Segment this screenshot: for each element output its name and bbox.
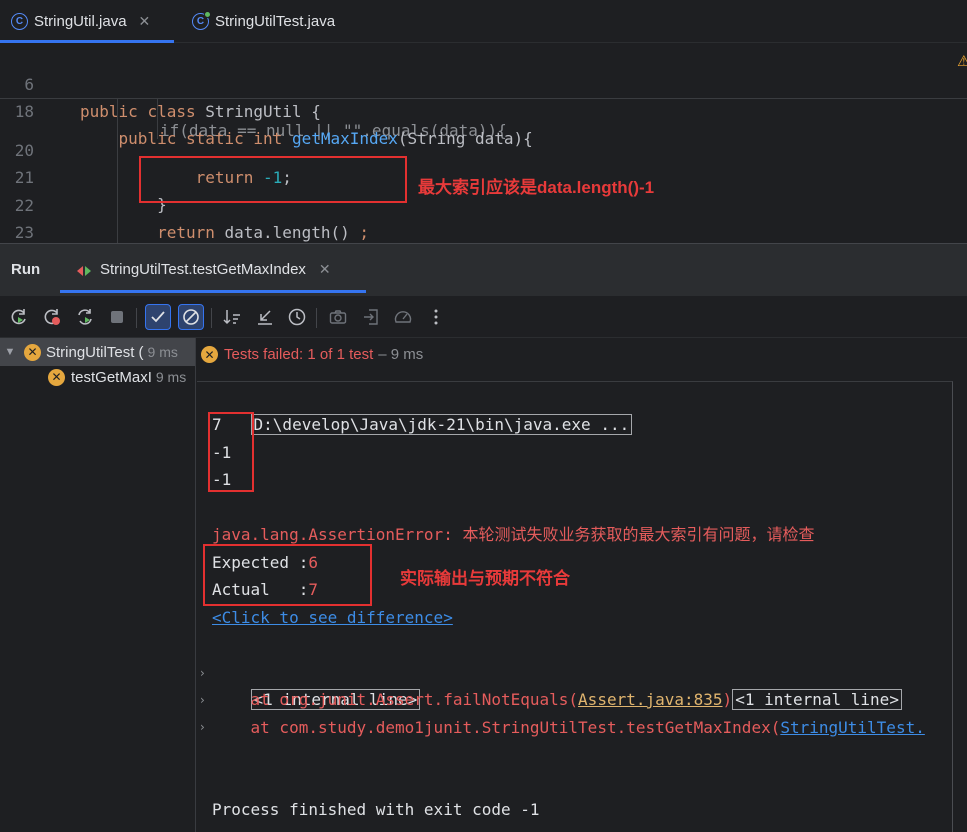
editor-tab-bar: C StringUtil.java ✕ C StringUtilTest.jav…: [0, 0, 967, 43]
highlight-box: [208, 412, 254, 492]
close-icon[interactable]: ✕: [139, 13, 151, 30]
code-line: 24 }: [0, 220, 967, 243]
test-failed-icon: ✕: [48, 368, 65, 386]
run-tab-label: StringUtilTest.testGetMaxIndex: [100, 261, 306, 278]
rerun-icon[interactable]: [7, 305, 31, 329]
console-line: D:\develop\Java\jdk-21\bin\java.exe ...: [212, 384, 633, 435]
collapse-icon[interactable]: [253, 305, 277, 329]
more-icon[interactable]: [424, 305, 448, 329]
console-output[interactable]: ✕ Tests failed: 1 of 1 test – 9 ms D:\de…: [197, 338, 967, 832]
tree-item-label: testGetMaxI: [71, 368, 152, 386]
sort-icon[interactable]: [220, 305, 244, 329]
toolbar-separator: [316, 308, 317, 328]
active-tab-indicator: [0, 40, 174, 43]
active-tab-indicator: [60, 290, 366, 293]
code-line: 18 public static int getMaxIndex(String …: [0, 71, 967, 148]
toolbar-separator: [136, 308, 137, 328]
rerun-failed-icon[interactable]: [40, 305, 64, 329]
code-line: 20 return -1;: [0, 110, 967, 187]
java-command[interactable]: D:\develop\Java\jdk-21\bin\java.exe ...: [250, 414, 633, 435]
run-tab[interactable]: StringUtilTest.testGetMaxIndex ✕: [76, 261, 331, 278]
close-icon[interactable]: ✕: [319, 261, 331, 278]
test-run-icon: [76, 264, 92, 276]
source-link[interactable]: Assert.java:835: [578, 690, 723, 709]
run-toolbar: [0, 296, 967, 338]
tree-item-test-class[interactable]: ▼ ✕ StringUtilTest ( 9 ms: [0, 338, 195, 366]
warning-icon[interactable]: ⚠: [957, 52, 967, 66]
export-icon[interactable]: [359, 305, 383, 329]
class-icon: C: [192, 11, 211, 30]
editor-tab-stringutil[interactable]: C StringUtil.java ✕: [11, 0, 150, 43]
test-status-line: ✕ Tests failed: 1 of 1 test – 9 ms: [201, 346, 423, 363]
test-status-dot-icon: [204, 11, 211, 18]
test-tree[interactable]: ▼ ✕ StringUtilTest ( 9 ms ✕ testGetMaxI …: [0, 338, 196, 832]
highlight-box: [203, 544, 372, 606]
toggle-auto-test-icon[interactable]: [73, 305, 97, 329]
code-editor[interactable]: if(data == null || "".equals(data)){ 6 p…: [0, 44, 967, 243]
gauge-icon[interactable]: [391, 305, 415, 329]
console-line: <1 internal line>: [212, 659, 421, 710]
tree-item-test-method[interactable]: ✕ testGetMaxI 9 ms: [0, 363, 195, 391]
tree-item-label: StringUtilTest (: [46, 343, 144, 361]
class-icon: C: [11, 13, 28, 30]
editor-tab-label: StringUtil.java: [34, 13, 127, 30]
chevron-down-icon[interactable]: ▼: [2, 346, 18, 358]
chevron-right-icon[interactable]: ›: [200, 693, 205, 707]
editor-tab-label: StringUtilTest.java: [215, 13, 336, 30]
test-failed-icon: ✕: [201, 346, 218, 363]
exit-message: Process finished with exit code -1: [212, 800, 540, 819]
code-line: 6 public class StringUtil {: [0, 44, 967, 121]
show-ignored-icon[interactable]: [178, 304, 204, 330]
see-difference-link[interactable]: <Click to see difference>: [212, 604, 453, 631]
highlight-box: [139, 156, 407, 203]
chevron-right-icon[interactable]: ›: [200, 666, 205, 680]
sticky-scroll-header[interactable]: 6 public class StringUtil { 18 public st…: [0, 44, 967, 148]
sticky-header-divider: [0, 98, 967, 99]
show-passed-icon[interactable]: [145, 304, 171, 330]
source-link[interactable]: StringUtilTest.: [780, 718, 925, 737]
run-panel-title: Run: [11, 261, 41, 278]
console-annotation: 实际输出与预期不符合: [400, 569, 570, 588]
test-failed-icon: ✕: [24, 343, 41, 361]
chevron-right-icon[interactable]: ›: [200, 720, 205, 734]
tree-item-duration: 9 ms: [147, 344, 178, 360]
screenshot-icon[interactable]: [326, 305, 350, 329]
editor-tab-stringutiltest[interactable]: C StringUtilTest.java: [192, 0, 335, 43]
stack-trace-line: at org.junit.Assert.failNotEquals(Assert…: [212, 686, 902, 713]
editor-annotation: 最大索引应该是data.length()-1: [418, 178, 655, 197]
toolbar-separator: [211, 308, 212, 328]
stop-icon[interactable]: [105, 305, 129, 329]
status-prefix: Tests failed:: [224, 346, 304, 363]
history-icon[interactable]: [285, 305, 309, 329]
run-tool-window-header: Run StringUtilTest.testGetMaxIndex ✕: [0, 243, 967, 296]
status-duration: – 9 ms: [378, 346, 424, 363]
internal-line-fold[interactable]: <1 internal line>: [732, 689, 902, 710]
tree-item-duration: 9 ms: [155, 369, 187, 385]
status-count: 1 of 1 test: [307, 346, 374, 363]
stack-trace-line: at com.study.demo1junit.StringUtilTest.t…: [212, 718, 925, 737]
